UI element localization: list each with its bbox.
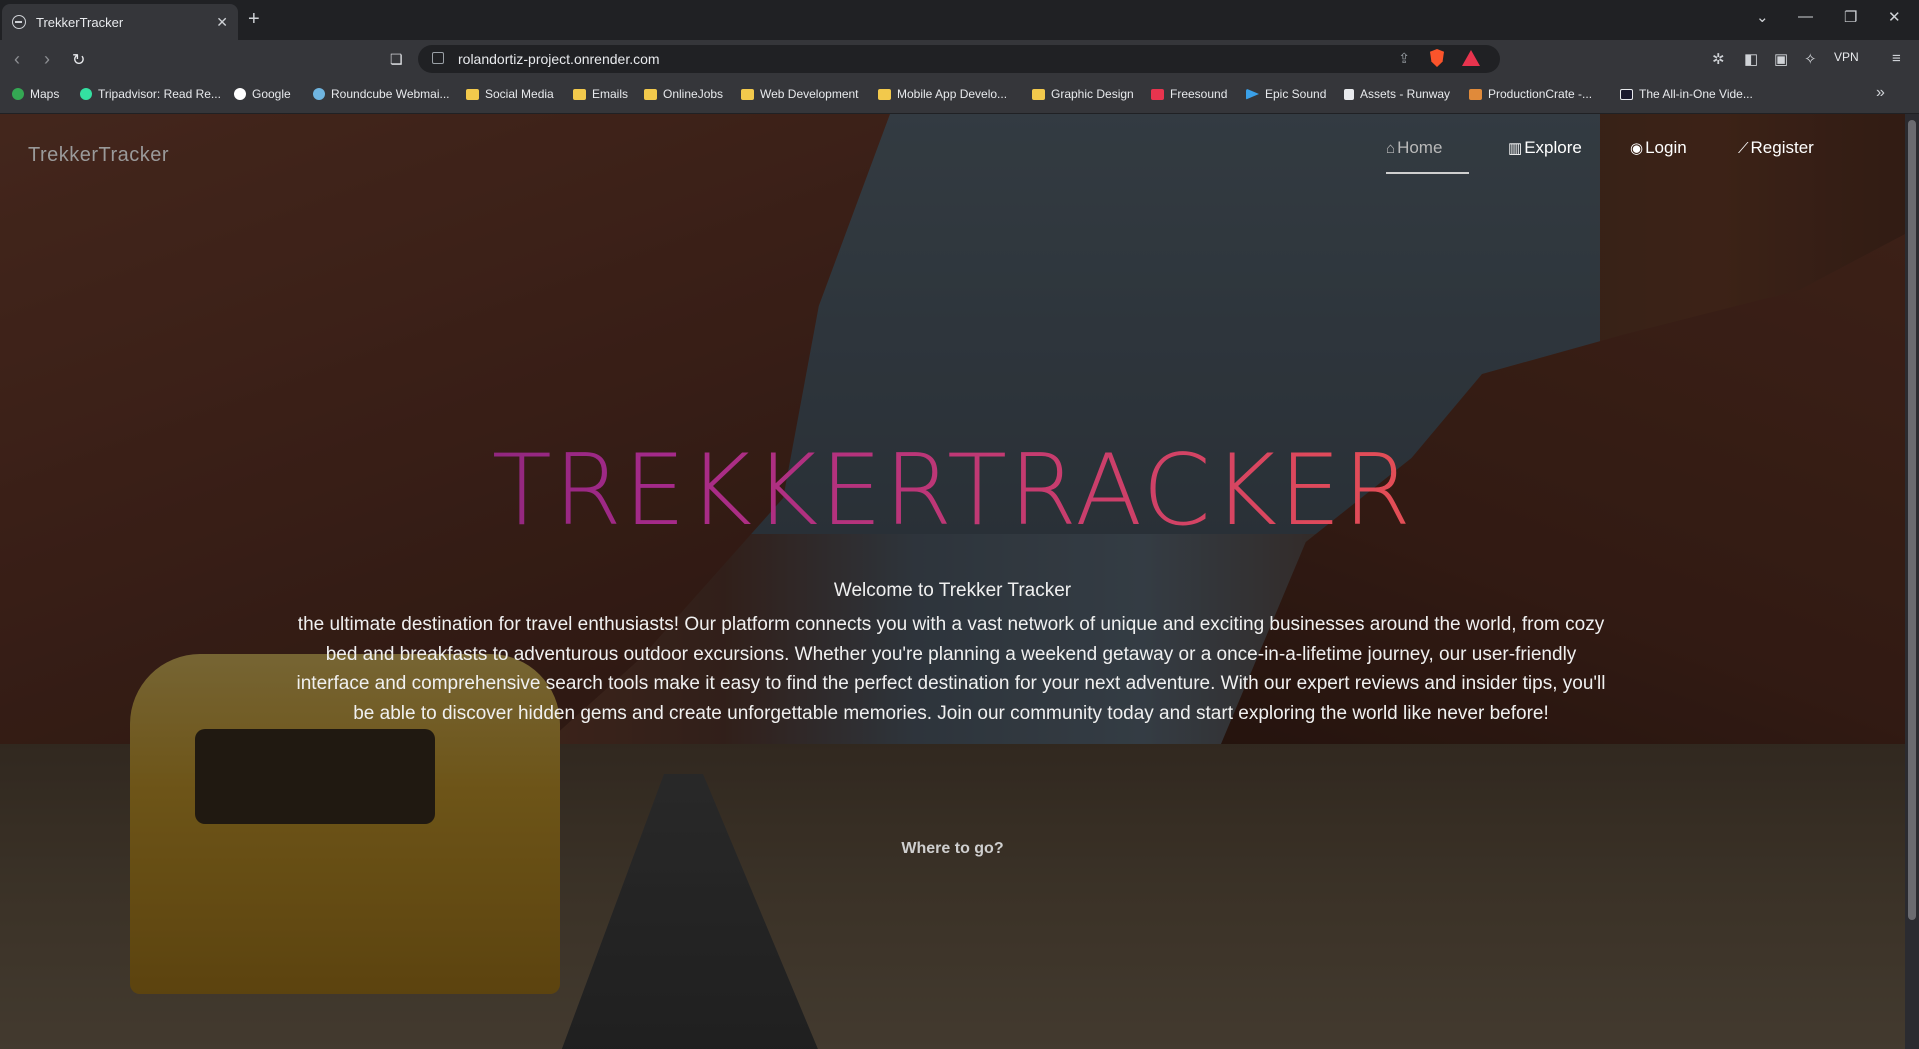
- close-window-button[interactable]: ✕: [1888, 8, 1901, 26]
- bookmark-icon[interactable]: ❏: [390, 51, 403, 68]
- bookmark-folder-web-development[interactable]: Web Development: [741, 87, 859, 101]
- bookmark-label: OnlineJobs: [663, 87, 724, 101]
- tab-strip: TrekkerTracker ✕ + ⌄ — ❐ ✕: [0, 0, 1919, 40]
- welcome-heading: Welcome to Trekker Tracker: [833, 580, 1072, 601]
- user-circle-icon: ◉: [1630, 140, 1644, 157]
- folder-icon: [573, 88, 586, 100]
- nav-label: Home: [1397, 138, 1443, 157]
- tripadvisor-icon: [80, 88, 92, 100]
- minimize-button[interactable]: —: [1798, 8, 1813, 25]
- address-bar[interactable]: rolandortiz-project.onrender.com ⇪: [418, 45, 1500, 73]
- tab-trekkertracker[interactable]: TrekkerTracker ✕: [2, 4, 238, 40]
- where-to-go-link[interactable]: Where to go?: [0, 840, 1905, 858]
- bookmark-label: Maps: [30, 87, 60, 101]
- map-pin-icon: [12, 88, 24, 100]
- pencil-icon: ⟋: [1738, 139, 1749, 157]
- bookmark-label: Freesound: [1170, 87, 1228, 101]
- restore-button[interactable]: ❐: [1844, 8, 1857, 26]
- bookmark-label: Tripadvisor: Read Re...: [98, 87, 221, 101]
- nav-explore[interactable]: ▥ Explore: [1508, 138, 1582, 158]
- forward-icon[interactable]: ›: [44, 49, 50, 70]
- close-tab-icon[interactable]: ✕: [216, 14, 228, 31]
- nav-active-underline: [1386, 172, 1469, 174]
- bookmark-maps[interactable]: Maps: [12, 87, 59, 101]
- bookmark-label: Mobile App Develo...: [897, 87, 1008, 101]
- nav-home[interactable]: ⌂ Home: [1386, 138, 1442, 158]
- new-tab-button[interactable]: +: [248, 8, 260, 31]
- sidebar-icon[interactable]: ◧: [1744, 50, 1758, 68]
- url-text[interactable]: rolandortiz-project.onrender.com: [458, 51, 660, 67]
- roundcube-icon: [313, 88, 325, 100]
- bookmark-all-in-one-video[interactable]: The All-in-One Vide...: [1620, 87, 1753, 101]
- bookmark-label: Emails: [592, 87, 629, 101]
- bookmark-label: Roundcube Webmai...: [331, 87, 450, 101]
- bookmark-runway[interactable]: Assets - Runway: [1344, 87, 1450, 101]
- hero-description: the ultimate destination for travel enth…: [296, 614, 1606, 724]
- tab-search-icon[interactable]: ⌄: [1756, 8, 1769, 26]
- bookmark-tripadvisor[interactable]: Tripadvisor: Read Re...: [80, 87, 221, 101]
- share-icon[interactable]: ⇪: [1398, 50, 1410, 67]
- scrollbar-thumb[interactable]: [1908, 120, 1916, 920]
- more-bookmarks-icon[interactable]: »: [1876, 84, 1885, 102]
- folder-icon: [466, 88, 479, 100]
- runway-icon: [1344, 88, 1354, 100]
- bookmark-label: Social Media: [485, 87, 554, 101]
- site-info-icon[interactable]: [432, 52, 444, 64]
- tab-title: TrekkerTracker: [36, 14, 124, 30]
- bookmark-folder-onlinejobs[interactable]: OnlineJobs: [644, 87, 723, 101]
- bookmark-freesound[interactable]: Freesound: [1151, 87, 1227, 101]
- bookmark-label: Web Development: [760, 87, 859, 101]
- browser-window: TrekkerTracker ✕ + ⌄ — ❐ ✕ ‹ › ↻ ❏ rolan…: [0, 0, 1919, 1049]
- nav-label: Explore: [1524, 138, 1582, 157]
- site-brand-logo[interactable]: TrekkerTracker: [28, 144, 169, 167]
- back-icon[interactable]: ‹: [14, 49, 20, 70]
- reload-icon[interactable]: ↻: [72, 50, 85, 70]
- productioncrate-icon: [1469, 88, 1482, 100]
- bookmark-folder-social-media[interactable]: Social Media: [466, 87, 554, 101]
- home-icon: ⌂: [1386, 139, 1396, 157]
- leo-ai-icon[interactable]: ✧: [1804, 50, 1817, 68]
- wallet-icon[interactable]: ▣: [1774, 50, 1788, 68]
- menu-icon[interactable]: ≡: [1892, 50, 1901, 67]
- map-icon: ▥: [1508, 140, 1523, 157]
- folder-icon: [878, 88, 891, 100]
- extensions-icon[interactable]: ✲: [1712, 50, 1725, 68]
- vpn-button[interactable]: VPN: [1834, 50, 1859, 64]
- webpage: TrekkerTracker ⌂ Home ▥ Explore ◉ Login …: [0, 114, 1905, 1049]
- bookmark-label: Google: [252, 87, 291, 101]
- bookmark-label: Epic Sound: [1265, 87, 1327, 101]
- bookmark-folder-mobile-app[interactable]: Mobile App Develo...: [878, 87, 1007, 101]
- folder-icon: [741, 88, 754, 100]
- folder-icon: [1032, 88, 1045, 100]
- brave-shields-icon[interactable]: [1430, 49, 1444, 67]
- brave-rewards-icon[interactable]: [1462, 50, 1480, 66]
- bookmark-productioncrate[interactable]: ProductionCrate -...: [1469, 87, 1592, 101]
- folder-icon: [644, 88, 657, 100]
- nav-login[interactable]: ◉ Login: [1630, 138, 1687, 158]
- bookmark-google[interactable]: Google: [234, 87, 291, 101]
- video-icon: [1620, 88, 1633, 100]
- bookmark-label: ProductionCrate -...: [1488, 87, 1593, 101]
- hero-title: TREKKERTRACKER: [0, 434, 1905, 548]
- bookmark-label: Graphic Design: [1051, 87, 1134, 101]
- bookmark-label: Assets - Runway: [1360, 87, 1451, 101]
- page-scrollbar[interactable]: [1905, 114, 1919, 1049]
- google-icon: [234, 88, 246, 100]
- nav-register[interactable]: ⟋ Register: [1738, 138, 1814, 158]
- nav-label: Register: [1750, 138, 1814, 157]
- nav-label: Login: [1645, 138, 1687, 157]
- bookmark-label: The All-in-One Vide...: [1639, 87, 1753, 101]
- bookmark-folder-graphic-design[interactable]: Graphic Design: [1032, 87, 1134, 101]
- bookmark-roundcube[interactable]: Roundcube Webmai...: [313, 87, 450, 101]
- play-icon: [1246, 88, 1259, 100]
- bookmark-folder-emails[interactable]: Emails: [573, 87, 628, 101]
- bookmark-epic-sound[interactable]: Epic Sound: [1246, 87, 1326, 101]
- freesound-icon: [1151, 88, 1164, 100]
- globe-icon: [12, 15, 26, 29]
